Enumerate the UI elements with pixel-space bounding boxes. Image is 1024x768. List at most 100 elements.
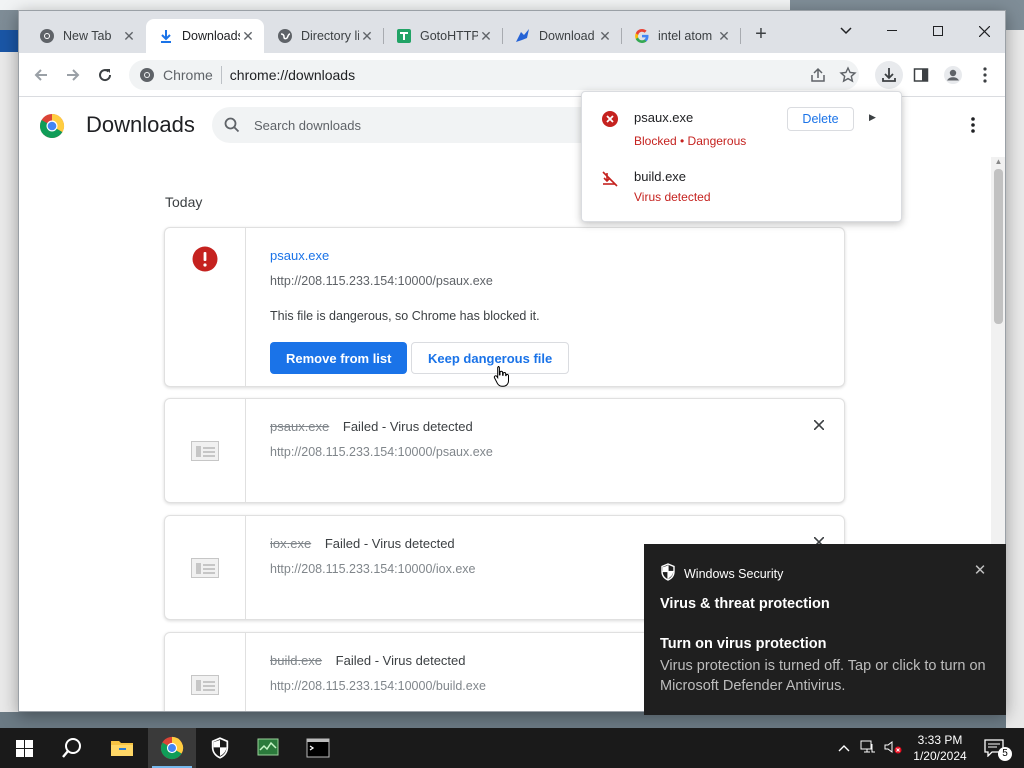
notification-count-badge: 5 (998, 747, 1012, 761)
toast-subtitle: Turn on virus protection (660, 636, 827, 652)
profile-button[interactable] (939, 61, 967, 89)
file-url[interactable]: http://208.115.233.154:10000/iox.exe (270, 562, 476, 576)
taskbar-terminal[interactable] (294, 728, 342, 768)
remove-from-list-button[interactable]: Remove from list (270, 342, 408, 374)
action-center-button[interactable]: 5 (984, 728, 1018, 768)
close-window-button[interactable] (961, 17, 1005, 45)
windows-security-toast[interactable]: Windows Security ✕ Virus & threat protec… (644, 544, 1006, 715)
taskbar-chrome[interactable] (148, 728, 196, 768)
status-text: Failed - Virus detected (335, 653, 466, 668)
background-window-edge-left (0, 52, 18, 712)
file-url[interactable]: http://208.115.233.154:10000/psaux.exe (270, 274, 493, 288)
back-button[interactable] (27, 61, 55, 89)
toast-close-button[interactable]: ✕ (972, 561, 988, 579)
scroll-up-arrow[interactable]: ▲ (994, 157, 1003, 166)
page-menu-button[interactable] (963, 117, 983, 137)
bubble-delete-button[interactable]: Delete (787, 107, 854, 131)
toast-header: Windows Security (660, 563, 783, 584)
virus-blocked-icon (601, 170, 619, 188)
tab-downloads[interactable]: Downloads ✕ (146, 19, 264, 53)
file-name: iox.exe (270, 536, 312, 551)
side-panel-button[interactable] (907, 61, 935, 89)
share-icon[interactable] (809, 66, 827, 87)
search-downloads-input[interactable]: Search downloads (212, 107, 612, 143)
tab-search-button[interactable] (823, 17, 869, 45)
address-bar[interactable]: Chrome chrome://downloads (129, 60, 859, 90)
taskbar-file-explorer[interactable] (98, 728, 146, 768)
tab-strip: New Tab ✕ Downloads ✕ Directory listing … (19, 11, 1005, 53)
blocked-icon (601, 110, 619, 128)
tab-title: GotoHTTP (420, 29, 478, 43)
tab-gotohttp[interactable]: GotoHTTP ✕ (384, 19, 502, 53)
folder-icon (111, 741, 133, 756)
close-tab-icon[interactable]: ✕ (121, 28, 137, 45)
chip-label: Chrome (163, 67, 213, 83)
toast-app-name: Windows Security (684, 566, 784, 581)
close-tab-icon[interactable]: ✕ (240, 28, 256, 45)
new-tab-button[interactable]: + (749, 23, 773, 47)
terminal-icon (306, 738, 330, 758)
taskbar-windows-security[interactable] (196, 728, 244, 768)
close-tab-icon[interactable]: ✕ (716, 28, 732, 45)
minimize-button[interactable] (869, 17, 915, 45)
toast-title: Virus & threat protection (660, 596, 830, 612)
status-text: Failed - Virus detected (342, 419, 473, 434)
url-text: chrome://downloads (229, 67, 356, 83)
chrome-menu-button[interactable] (971, 61, 999, 89)
maximize-button[interactable] (915, 17, 961, 45)
bubble-file-name[interactable]: build.exe (634, 169, 686, 184)
taskbar-clock[interactable]: 3:33 PM 1/20/2024 (900, 732, 980, 764)
reload-button[interactable] (91, 61, 119, 89)
task-manager-icon (257, 738, 279, 756)
tab-google-search[interactable]: intel atom ✕ (622, 19, 740, 53)
file-url[interactable]: http://208.115.233.154:10000/psaux.exe (270, 445, 493, 459)
download-icon (158, 28, 174, 44)
tab-title: New Tab (63, 29, 112, 43)
bubble-file-status: Virus detected (634, 190, 711, 204)
side-panel-icon (913, 68, 929, 82)
start-button[interactable] (0, 728, 48, 768)
tab-new-tab[interactable]: New Tab ✕ (27, 19, 145, 53)
tab-title: intel atom (658, 29, 713, 43)
download-bubble: psaux.exe Blocked • Dangerous Delete ▶ b… (581, 91, 902, 222)
scroll-thumb[interactable] (994, 169, 1003, 324)
downloads-toolbar-button[interactable] (875, 61, 903, 89)
page-title: Downloads (86, 112, 195, 137)
hand-cursor-icon (493, 365, 509, 390)
chevron-down-icon (840, 27, 852, 35)
download-item: psaux.exe Failed - Virus detected http:/… (164, 398, 845, 503)
taskbar-task-manager[interactable] (245, 728, 293, 768)
close-tab-icon[interactable]: ✕ (359, 28, 375, 45)
background-window-edge-right (1006, 30, 1024, 730)
chrome-icon (39, 28, 55, 44)
bubble-file-name[interactable]: psaux.exe (634, 110, 693, 125)
bookmark-star-icon[interactable] (839, 66, 857, 87)
tab-title: Directory listing (301, 29, 359, 43)
taskbar: 3:33 PM 1/20/2024 5 (0, 728, 1024, 768)
background-window-titlebar (0, 30, 18, 52)
close-icon (978, 25, 990, 37)
chrome-logo-icon (39, 113, 65, 139)
tab-directory[interactable]: Directory listing ✕ (265, 19, 383, 53)
arrow-right-icon (67, 69, 80, 81)
chrome-icon (140, 68, 154, 82)
bubble-subpage-arrow-icon[interactable]: ▶ (869, 112, 876, 123)
file-name-link[interactable]: psaux.exe (270, 248, 329, 263)
close-tab-icon[interactable]: ✕ (478, 28, 494, 45)
forward-button[interactable] (59, 61, 87, 89)
close-icon (813, 419, 825, 431)
taskbar-search-button[interactable] (48, 728, 96, 768)
avatar-icon (944, 66, 962, 84)
file-name: build.exe (270, 653, 323, 668)
network-icon[interactable] (860, 740, 876, 757)
danger-message: This file is dangerous, so Chrome has bl… (270, 309, 540, 323)
tab-title: Download (539, 29, 595, 43)
show-hidden-icons-button[interactable] (838, 741, 850, 755)
remove-item-button[interactable] (809, 416, 829, 436)
close-tab-icon[interactable]: ✕ (597, 28, 613, 45)
keep-dangerous-file-button[interactable]: Keep dangerous file (411, 342, 570, 374)
site-info-chip[interactable]: Chrome (139, 66, 222, 84)
file-url[interactable]: http://208.115.233.154:10000/build.exe (270, 679, 486, 693)
tab-download-site[interactable]: Download ✕ (503, 19, 621, 53)
download-icon (882, 68, 896, 82)
